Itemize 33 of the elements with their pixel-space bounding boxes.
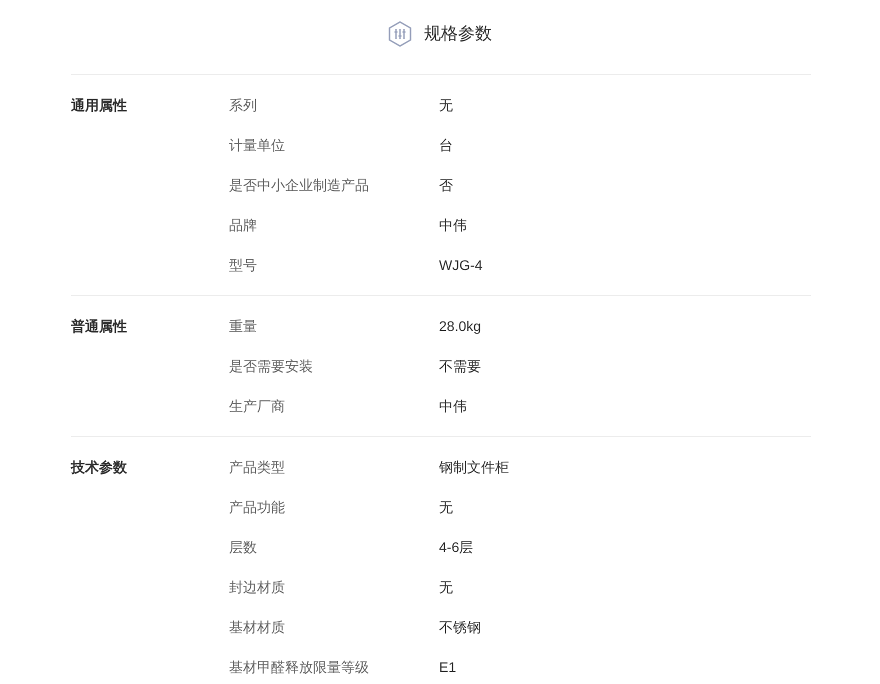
spec-value: WJG-4 <box>439 256 483 274</box>
spec-name: 品牌 <box>229 216 258 234</box>
group-label: 通用属性 <box>71 96 127 114</box>
spec-value: 中伟 <box>439 216 467 234</box>
spec-name: 产品功能 <box>229 498 286 516</box>
spec-name: 系列 <box>229 96 258 114</box>
spec-value: 无 <box>439 96 453 114</box>
spec-name: 产品类型 <box>229 458 286 476</box>
spec-value: 钢制文件柜 <box>439 458 509 476</box>
spec-name: 重量 <box>229 316 258 336</box>
spec-name: 封边材质 <box>229 578 286 596</box>
spec-value: E1 <box>439 658 456 676</box>
spec-name: 层数 <box>229 538 258 556</box>
section-title: 规格参数 <box>424 22 492 45</box>
spec-value: 中伟 <box>439 396 467 416</box>
spec-value: 无 <box>439 498 453 516</box>
spec-value: 台 <box>439 136 453 154</box>
spec-name: 生产厂商 <box>229 396 286 416</box>
spec-value: 不需要 <box>439 356 481 376</box>
sliders-icon <box>388 20 412 46</box>
group-label: 普通属性 <box>71 316 127 336</box>
spec-name: 是否中小企业制造产品 <box>229 176 370 194</box>
spec-name: 基材甲醛释放限量等级 <box>229 658 370 676</box>
spec-value: 否 <box>439 176 453 194</box>
spec-value: 4-6层 <box>439 538 474 556</box>
spec-name: 是否需要安装 <box>229 356 314 376</box>
spec-name: 型号 <box>229 256 258 274</box>
spec-name: 计量单位 <box>229 136 286 154</box>
spec-value: 28.0kg <box>439 316 482 336</box>
group-label: 技术参数 <box>71 458 127 476</box>
spec-value: 不锈钢 <box>439 618 481 636</box>
spec-name: 基材材质 <box>229 618 286 636</box>
spec-value: 无 <box>439 578 453 596</box>
